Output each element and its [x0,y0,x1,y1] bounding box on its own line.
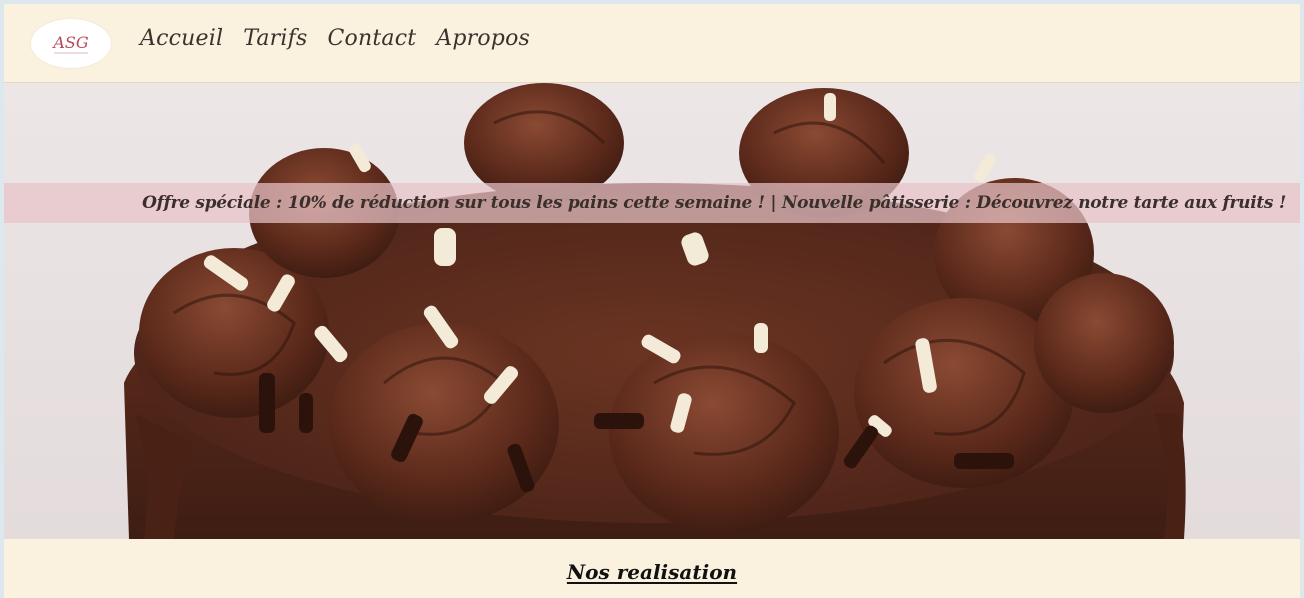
navbar: ASG Accueil Tarifs Contact Apropos [4,4,1300,83]
announcement-banner: Offre spéciale : 10% de réduction sur to… [4,183,1300,223]
bakery-logo-icon: ASG [51,33,89,53]
section-title: Nos realisation [566,560,738,584]
logo-text: ASG [51,33,89,52]
hero-banner: Offre spéciale : 10% de réduction sur to… [4,83,1300,539]
announcement-text: Offre spéciale : 10% de réduction sur to… [142,193,1286,213]
main-nav: Accueil Tarifs Contact Apropos [140,26,530,51]
nav-contact[interactable]: Contact [327,26,416,51]
chocolate-cake-image [4,83,1300,539]
nav-tarifs[interactable]: Tarifs [243,26,307,51]
logo[interactable]: ASG [31,19,111,68]
realisations-section: Nos realisation [4,539,1300,598]
nav-apropos[interactable]: Apropos [436,26,530,51]
page-frame: ASG Accueil Tarifs Contact Apropos Offre… [4,4,1300,598]
nav-accueil[interactable]: Accueil [140,26,223,51]
